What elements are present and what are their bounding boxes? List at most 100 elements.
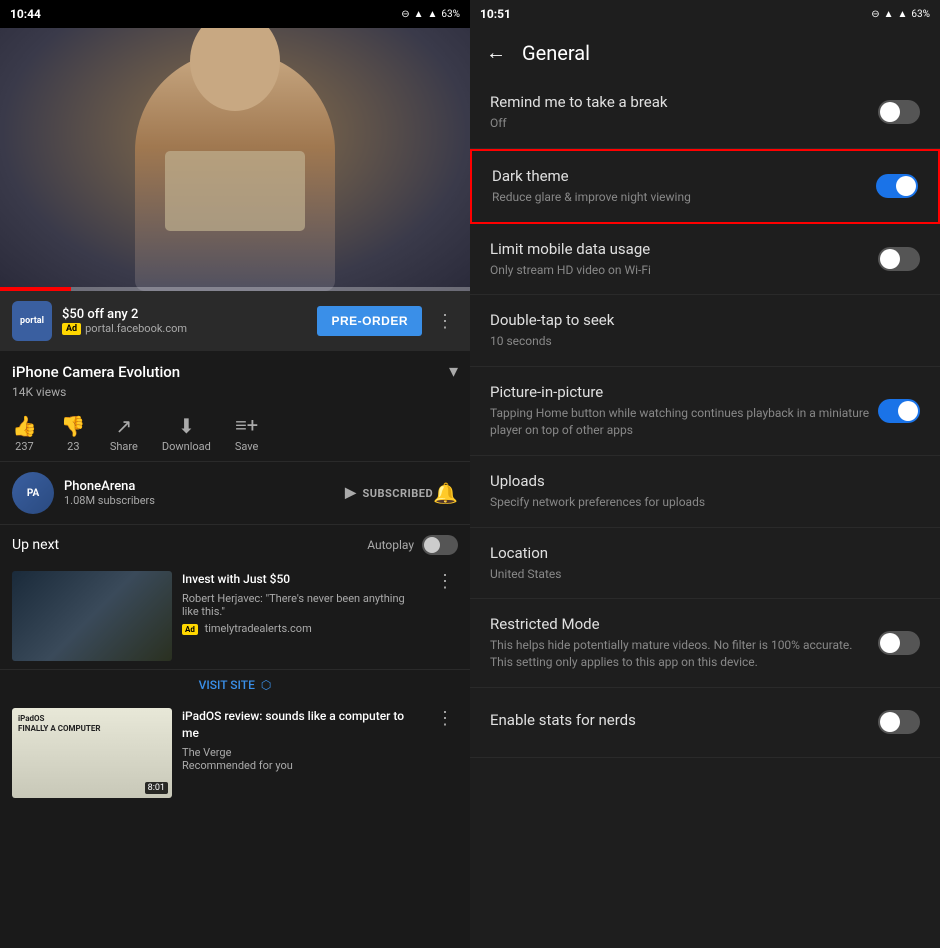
setting-remind-break[interactable]: Remind me to take a break Off — [470, 77, 940, 149]
action-bar: 👍 237 👎 23 ↗ Share ⬇ Download ≡+ Save — [0, 405, 470, 462]
battery-icon: 63% — [441, 9, 460, 20]
signal-icon: ⊖ — [401, 9, 409, 20]
back-button[interactable]: ← — [486, 40, 506, 65]
ad-bar: portal $50 off any 2 Ad portal.facebook.… — [0, 291, 470, 351]
video-thumb-invest — [12, 571, 172, 661]
save-button[interactable]: ≡+ Save — [235, 413, 259, 453]
setting-text-location: Location United States — [490, 544, 920, 583]
channel-avatar: PA — [12, 472, 54, 514]
restricted-toggle[interactable] — [878, 631, 920, 655]
setting-text-doubletap: Double-tap to seek 10 seconds — [490, 311, 920, 350]
share-icon: ↗ — [115, 414, 132, 438]
setting-text-remind: Remind me to take a break Off — [490, 93, 878, 132]
card-title-invest: Invest with Just $50 — [182, 571, 422, 588]
autoplay-label: Autoplay — [367, 538, 414, 552]
download-button[interactable]: ⬇ Download — [162, 414, 211, 453]
left-status-icons: ⊖ ▲ ▲ 63% — [401, 9, 460, 20]
channel-bar: PA PhoneArena 1.08M subscribers ▶ SUBSCR… — [0, 462, 470, 525]
setting-limit-data[interactable]: Limit mobile data usage Only stream HD v… — [470, 224, 940, 296]
save-icon: ≡+ — [235, 413, 258, 438]
card-ad-text: Robert Herjavec: "There's never been any… — [182, 592, 405, 618]
video-title: iPhone Camera Evolution — [12, 363, 180, 381]
setting-title-uploads: Uploads — [490, 472, 920, 490]
right-status-icons: ⊖ ▲ ▲ 63% — [871, 9, 930, 20]
setting-subtitle-pip: Tapping Home button while watching conti… — [490, 405, 878, 439]
save-label: Save — [235, 440, 259, 453]
setting-title-limit: Limit mobile data usage — [490, 240, 878, 258]
setting-location[interactable]: Location United States — [470, 528, 940, 600]
channel-name: PhoneArena — [64, 479, 345, 494]
setting-stats[interactable]: Enable stats for nerds — [470, 688, 940, 758]
right-signal-bars-icon: ▲ — [898, 9, 908, 20]
limit-data-toggle[interactable] — [878, 247, 920, 271]
video-info: iPhone Camera Evolution ▾ 14K views — [0, 351, 470, 405]
ad-price: $50 off any 2 — [62, 307, 307, 322]
preorder-button[interactable]: PRE-ORDER — [317, 306, 422, 336]
chevron-down-icon[interactable]: ▾ — [449, 361, 458, 382]
dark-theme-toggle[interactable] — [876, 174, 918, 198]
setting-subtitle-restricted: This helps hide potentially mature video… — [490, 637, 878, 671]
external-link-icon: ⬡ — [261, 678, 271, 692]
like-button[interactable]: 👍 237 — [12, 414, 37, 453]
setting-text-restricted: Restricted Mode This helps hide potentia… — [490, 615, 878, 671]
left-panel: 10:44 ⊖ ▲ ▲ 63% portal $50 off any 2 — [0, 0, 470, 948]
setting-restricted[interactable]: Restricted Mode This helps hide potentia… — [470, 599, 940, 688]
status-bar-right: 10:51 ⊖ ▲ ▲ 63% — [470, 0, 940, 28]
setting-text-stats: Enable stats for nerds — [490, 711, 878, 733]
pip-toggle[interactable] — [878, 399, 920, 423]
video-title-row: iPhone Camera Evolution ▾ — [12, 361, 458, 382]
ad-url: portal.facebook.com — [85, 322, 187, 335]
setting-title-doubletap: Double-tap to seek — [490, 311, 920, 329]
like-count: 237 — [15, 440, 34, 453]
autoplay-row: Autoplay — [367, 535, 458, 555]
card-more-icon[interactable]: ⋮ — [432, 571, 458, 592]
setting-subtitle-dark: Reduce glare & improve night viewing — [492, 189, 876, 206]
visit-site-button[interactable]: VISIT SITE ⬡ — [0, 669, 470, 700]
card-channel-ipad: The Verge — [182, 746, 231, 759]
setting-uploads[interactable]: Uploads Specify network preferences for … — [470, 456, 940, 528]
settings-title: General — [522, 41, 590, 65]
card-source-invest: Robert Herjavec: "There's never been any… — [182, 592, 422, 618]
setting-subtitle-doubletap: 10 seconds — [490, 333, 920, 350]
video-person-bg — [0, 28, 470, 291]
channel-subscribers: 1.08M subscribers — [64, 494, 345, 507]
signal-bars-icon: ▲ — [428, 9, 438, 20]
setting-text-dark: Dark theme Reduce glare & improve night … — [492, 167, 876, 206]
up-next-label: Up next — [12, 537, 59, 553]
channel-info: PhoneArena 1.08M subscribers — [64, 479, 345, 507]
download-icon: ⬇ — [178, 414, 195, 438]
right-time: 10:51 — [480, 7, 511, 21]
card-title-ipad: iPadOS review: sounds like a computer to… — [182, 708, 422, 742]
setting-title-pip: Picture-in-picture — [490, 383, 878, 401]
bell-icon[interactable]: 🔔 — [433, 481, 458, 505]
visit-site-label: VISIT SITE — [199, 678, 255, 692]
stats-toggle[interactable] — [878, 710, 920, 734]
card-meta-ipad: iPadOS review: sounds like a computer to… — [182, 708, 422, 798]
share-button[interactable]: ↗ Share — [110, 414, 138, 453]
ad-text: $50 off any 2 Ad portal.facebook.com — [62, 307, 307, 335]
video-card-invest: Invest with Just $50 Robert Herjavec: "T… — [0, 563, 470, 669]
setting-text-limit: Limit mobile data usage Only stream HD v… — [490, 240, 878, 279]
right-signal-icon: ⊖ — [871, 9, 879, 20]
setting-subtitle-location: United States — [490, 566, 920, 583]
dislike-button[interactable]: 👎 23 — [61, 414, 86, 453]
ad-portal-icon: portal — [12, 301, 52, 341]
ad-badge: Ad — [62, 323, 81, 335]
thumbs-down-icon: 👎 — [61, 414, 86, 438]
subscribed-button[interactable]: ▶ SUBSCRIBED — [345, 485, 433, 501]
card-ad-badge: Ad — [182, 624, 198, 635]
video-card-ipad: iPadOSFINALLY A COMPUTER 8:01 iPadOS rev… — [0, 700, 470, 806]
setting-dark-theme[interactable]: Dark theme Reduce glare & improve night … — [470, 149, 940, 224]
card-meta-invest: Invest with Just $50 Robert Herjavec: "T… — [182, 571, 422, 661]
right-wifi-icon: ▲ — [884, 9, 894, 20]
setting-double-tap[interactable]: Double-tap to seek 10 seconds — [470, 295, 940, 367]
thumbs-up-icon: 👍 — [12, 414, 37, 438]
more-options-icon[interactable]: ⋮ — [432, 311, 458, 332]
video-thumbnail[interactable] — [0, 28, 470, 291]
autoplay-toggle[interactable] — [422, 535, 458, 555]
wifi-icon: ▲ — [414, 9, 424, 20]
video-thumb-ipad: iPadOSFINALLY A COMPUTER 8:01 — [12, 708, 172, 798]
card-more-icon-2[interactable]: ⋮ — [432, 708, 458, 729]
setting-pip[interactable]: Picture-in-picture Tapping Home button w… — [470, 367, 940, 456]
remind-break-toggle[interactable] — [878, 100, 920, 124]
